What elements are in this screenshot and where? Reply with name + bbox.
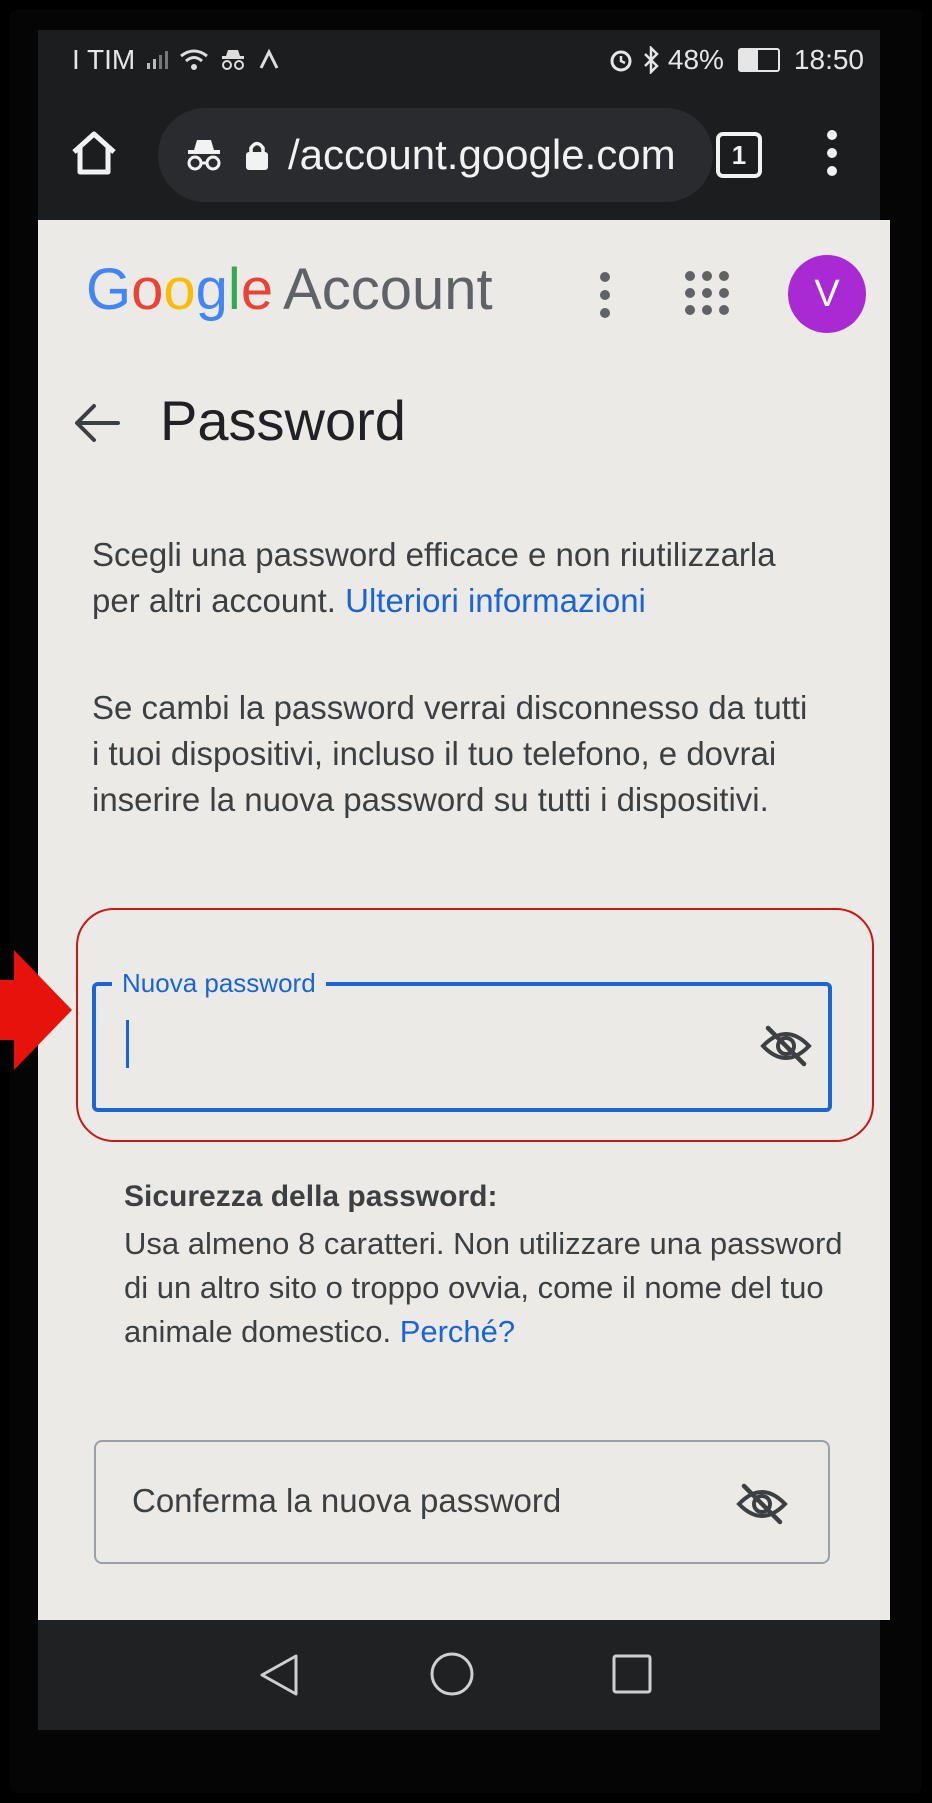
google-account-logo[interactable]: Google Account — [86, 256, 493, 323]
battery-icon — [737, 48, 780, 72]
clock: 18:50 — [793, 44, 864, 75]
page-content: Google Account V Password Scegli una pass… — [38, 220, 890, 1620]
logo-letter: G — [86, 257, 132, 322]
status-right: 48% 18:50 — [608, 44, 880, 76]
avatar[interactable]: V — [788, 255, 866, 333]
warning-paragraph: Se cambi la password verrai disconnesso … — [92, 689, 808, 818]
status-left: I TIM — [38, 44, 281, 76]
logo-letter: l — [227, 257, 241, 322]
google-wordmark: Google — [86, 257, 273, 322]
account-header: Google Account V — [38, 220, 890, 370]
red-arrow-annotation — [0, 950, 72, 1070]
carrier-name: I TIM — [72, 44, 136, 75]
address-bar[interactable]: /account.google.com — [158, 108, 713, 202]
learn-more-link[interactable]: Ulteriori informazioni — [345, 582, 646, 619]
signal-icon — [147, 51, 169, 69]
logo-letter: o — [131, 257, 164, 322]
strength-description: Usa almeno 8 caratteri. Non utilizzare u… — [124, 1222, 844, 1354]
system-nav-bar — [38, 1620, 880, 1730]
intro-paragraph: Scegli una password efficace e non riuti… — [92, 532, 812, 624]
apps-grid-icon[interactable] — [684, 270, 730, 316]
home-icon[interactable] — [68, 126, 120, 178]
page-title: Password — [160, 389, 406, 452]
new-password-field[interactable]: Nuova password — [92, 968, 832, 1112]
logo-letter: g — [195, 257, 228, 322]
new-password-label: Nuova password — [112, 968, 326, 999]
nav-home-icon[interactable] — [428, 1650, 476, 1698]
eye-off-icon[interactable] — [760, 1024, 812, 1068]
url-text: /account.google.com — [288, 131, 676, 178]
logo-letter: e — [240, 257, 274, 322]
tab-switcher-button[interactable]: 1 — [716, 132, 762, 178]
bluetooth-icon — [643, 46, 659, 74]
browser-toolbar: /account.google.com 1 — [38, 90, 880, 220]
product-name: Account — [283, 257, 493, 322]
more-options-icon[interactable] — [598, 270, 612, 320]
incognito-status-icon — [222, 50, 245, 70]
confirm-password-field[interactable]: Conferma la nuova password — [94, 1440, 830, 1564]
back-arrow-icon[interactable] — [72, 400, 122, 446]
confirm-password-placeholder: Conferma la nuova password — [132, 1482, 562, 1519]
status-bar: I TIM 48% 18:50 — [38, 30, 880, 90]
nav-back-icon[interactable] — [256, 1652, 302, 1698]
password-strength: Sicurezza della password: Usa almeno 8 c… — [124, 1180, 844, 1354]
browser-menu-icon[interactable] — [824, 128, 840, 178]
battery-level — [739, 50, 759, 70]
battery-percent: 48% — [667, 44, 724, 75]
tab-count: 1 — [731, 139, 747, 170]
nav-recents-icon[interactable] — [610, 1652, 654, 1696]
notification-icon — [259, 48, 279, 69]
strength-title: Sicurezza della password: — [124, 1180, 498, 1213]
eye-off-icon[interactable] — [736, 1482, 788, 1526]
lock-icon — [246, 141, 268, 170]
avatar-initial: V — [814, 272, 840, 315]
alarm-icon — [610, 50, 632, 72]
text-cursor — [126, 1020, 129, 1068]
wifi-icon — [180, 49, 209, 70]
why-link[interactable]: Perché? — [400, 1314, 515, 1349]
incognito-icon — [187, 140, 221, 171]
logo-letter: o — [163, 257, 196, 322]
